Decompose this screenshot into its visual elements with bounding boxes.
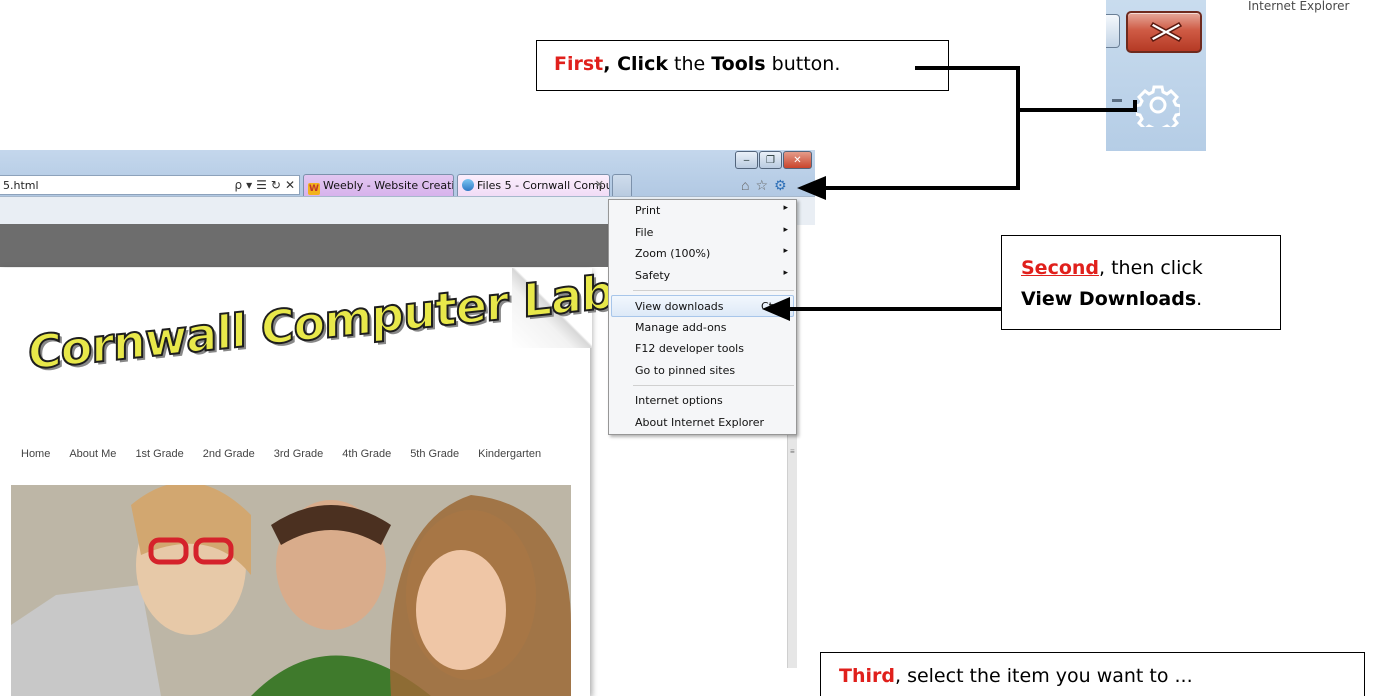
menu-item-label: F12 developer tools	[635, 342, 744, 355]
address-tools: ρ ▾ ☰ ↻ ✕	[234, 178, 295, 192]
favorites-icon[interactable]: ☆	[755, 177, 768, 194]
menu-separator	[633, 290, 794, 291]
menu-item-print[interactable]: Print ▸	[609, 200, 796, 222]
submenu-arrow-icon: ▸	[783, 246, 788, 256]
first-word: First	[554, 53, 604, 75]
menu-item-internet-options[interactable]: Internet options	[609, 390, 796, 412]
stop-icon[interactable]: ✕	[285, 178, 295, 192]
command-icons: ⌂ ☆ ⚙	[741, 177, 787, 194]
submenu-arrow-icon: ▸	[783, 203, 788, 213]
nav-about-me[interactable]: About Me	[69, 448, 116, 460]
nav-2nd-grade[interactable]: 2nd Grade	[203, 448, 255, 460]
dropdown-icon[interactable]: ▾	[246, 178, 252, 192]
menu-item-label: Go to pinned sites	[635, 363, 736, 377]
menu-item-about-internet-explorer[interactable]: About Internet Explorer	[609, 412, 796, 434]
tab-close-icon[interactable]: ✕	[595, 178, 604, 191]
third-word: Third	[839, 665, 895, 687]
menu-item-label: Safety	[635, 268, 671, 282]
menu-item-label: Zoom (100%)	[635, 247, 711, 260]
second-mid: , then click	[1099, 257, 1203, 279]
tab-label: Weebly - Website Creation Ma...	[323, 179, 454, 192]
inset-dash	[1112, 99, 1122, 102]
tab-files5[interactable]: Files 5 - Cornwall Compute... ✕	[457, 174, 610, 196]
nav-3rd-grade[interactable]: 3rd Grade	[274, 448, 324, 460]
tab-label: Files 5 - Cornwall Compute...	[477, 179, 610, 192]
tools-menu: Print ▸ File ▸ Zoom (100%) ▸ Safety ▸ View d…	[608, 199, 797, 435]
third-rest: , select the item you want to ...	[894, 665, 1193, 687]
nav-home[interactable]: Home	[21, 448, 50, 460]
address-bar[interactable]: 5.html ρ ▾ ☰ ↻ ✕	[0, 175, 300, 195]
close-icon	[1149, 22, 1183, 42]
search-icon[interactable]: ρ	[234, 178, 242, 192]
tab-weebly[interactable]: WWeebly - Website Creation Ma...	[303, 174, 454, 196]
zoom-inset	[1106, 0, 1206, 151]
second-end: .	[1196, 288, 1203, 310]
first-end: button.	[765, 53, 841, 75]
submenu-arrow-icon: ▸	[783, 267, 788, 278]
instruction-third: Third, select the item you want to ...	[820, 652, 1365, 696]
menu-item-safety[interactable]: Safety ▸	[609, 265, 796, 287]
hero-photo	[11, 485, 571, 696]
second-bold: View Downloads	[1021, 288, 1197, 310]
menu-item-label: Internet options	[635, 394, 723, 407]
tools-gear-icon[interactable]: ⚙	[774, 177, 787, 194]
first-tools: Tools	[711, 53, 766, 75]
close-button[interactable]: ✕	[783, 151, 812, 169]
menu-item-manage-add-ons[interactable]: Manage add-ons	[609, 317, 796, 339]
menu-item-label: Print	[635, 204, 661, 217]
minimize-button[interactable]: –	[735, 151, 758, 169]
window-controls: – ❐ ✕	[734, 151, 812, 169]
nav-4th-grade[interactable]: 4th Grade	[342, 448, 391, 460]
inset-close-button	[1126, 11, 1202, 53]
menu-item-f12-developer-tools[interactable]: F12 developer tools	[609, 338, 796, 360]
instruction-first: First, Click the Tools button.	[536, 40, 949, 91]
menu-separator	[633, 385, 794, 386]
menu-item-label: View downloads	[635, 300, 724, 313]
instruction-second: Second, then click View Downloads.	[1001, 235, 1281, 330]
submenu-arrow-icon: ▸	[783, 224, 788, 235]
menu-item-label: Manage add-ons	[635, 320, 727, 334]
gear-icon	[1136, 85, 1180, 127]
menu-item-zoom[interactable]: Zoom (100%) ▸	[609, 243, 796, 265]
nav-1st-grade[interactable]: 1st Grade	[135, 448, 183, 460]
menu-item-view-downloads[interactable]: View downloads Ctrl	[611, 295, 794, 317]
menu-item-go-to-pinned-sites[interactable]: Go to pinned sites	[609, 360, 796, 382]
compat-view-icon[interactable]: ☰	[256, 178, 267, 192]
nav-kindergarten[interactable]: Kindergarten	[478, 448, 541, 460]
menu-shortcut: Ctrl	[761, 300, 781, 313]
ie-caption: Internet Explorer	[1248, 0, 1350, 13]
new-tab-button[interactable]	[612, 174, 632, 196]
site-navigation: Home About Me 1st Grade 2nd Grade 3rd Gr…	[21, 448, 560, 460]
restore-button-fragment	[1106, 14, 1120, 48]
first-click: Click	[610, 53, 668, 75]
second-word: Second	[1021, 257, 1100, 279]
menu-item-file[interactable]: File ▸	[609, 222, 796, 244]
nav-5th-grade[interactable]: 5th Grade	[410, 448, 459, 460]
menu-item-label: File	[635, 225, 654, 239]
restore-button[interactable]: ❐	[759, 151, 782, 169]
browser-window: – ❐ ✕ 5.html ρ ▾ ☰ ↻ ✕ W Weebly - Website…	[0, 150, 815, 696]
home-icon[interactable]: ⌂	[741, 177, 749, 194]
ie-icon	[462, 179, 474, 191]
title-bar: – ❐ ✕ 5.html ρ ▾ ☰ ↻ ✕ W Weebly - Website…	[0, 150, 815, 202]
menu-item-label: About Internet Explorer	[635, 415, 764, 429]
address-text: 5.html	[3, 179, 39, 192]
scroll-grip-icon: ≡	[790, 447, 795, 456]
first-mid: the	[667, 53, 712, 75]
refresh-icon[interactable]: ↻	[271, 178, 281, 192]
weebly-icon: W	[308, 183, 320, 195]
